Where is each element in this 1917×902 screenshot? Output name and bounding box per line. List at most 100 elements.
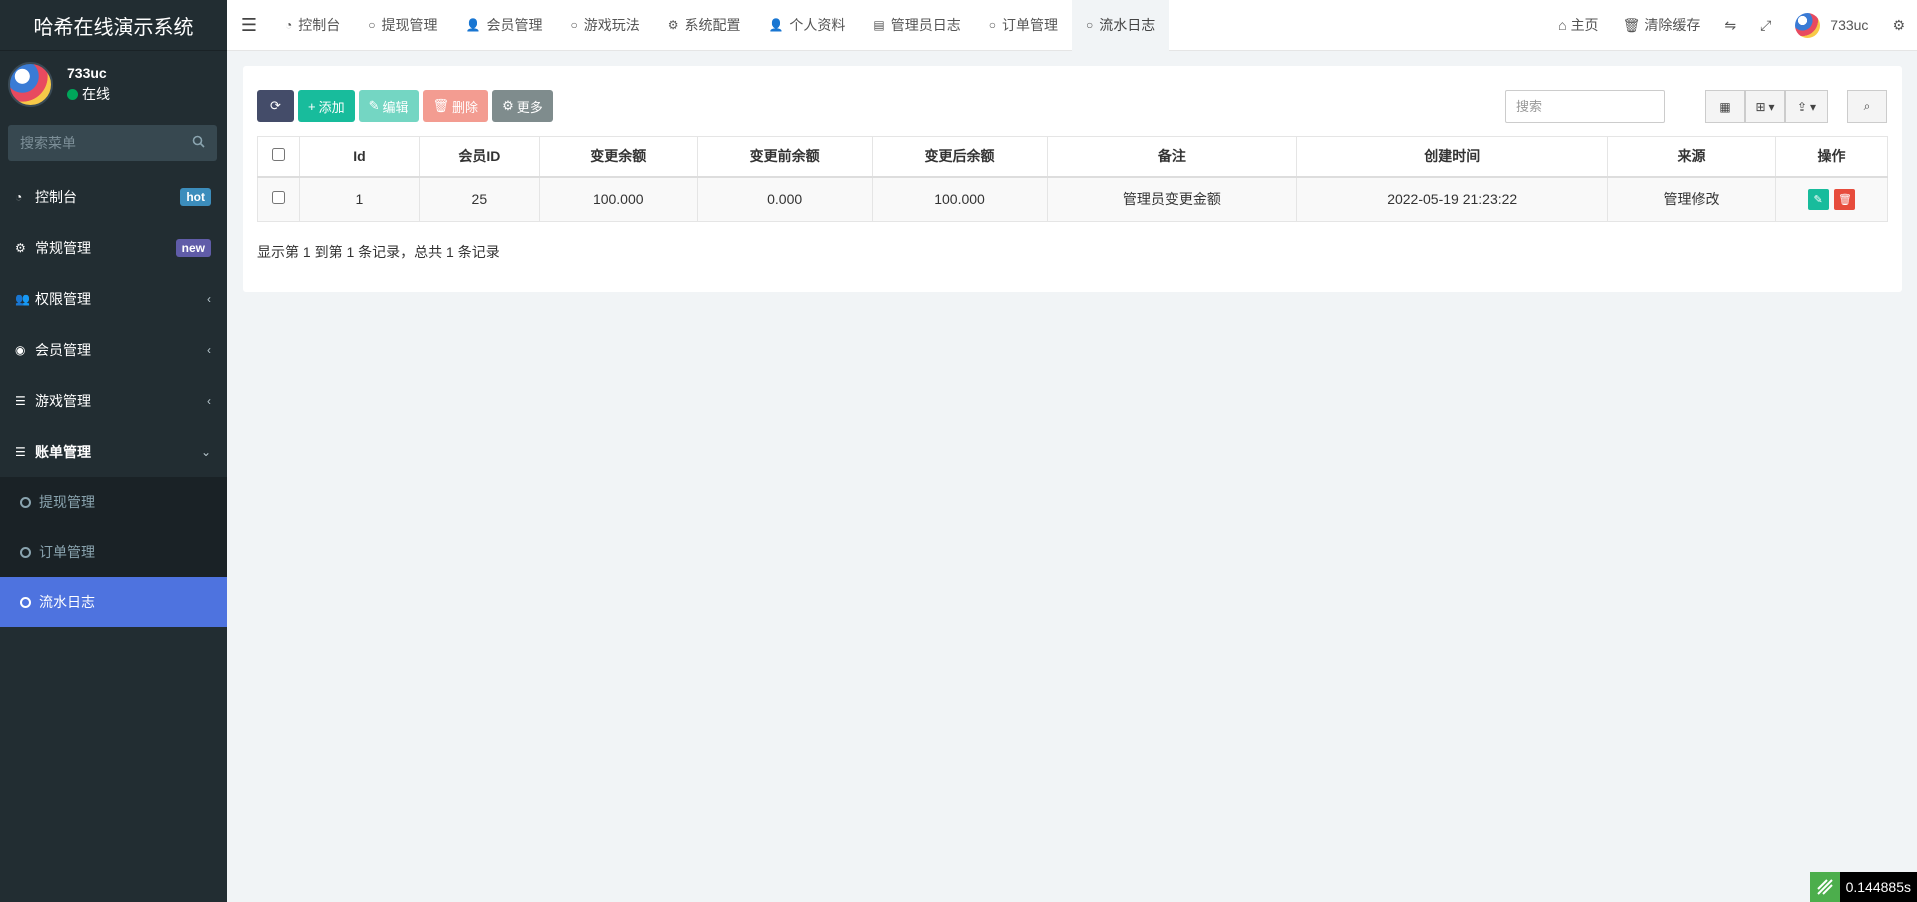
- home-link[interactable]: ⌂ 主页: [1546, 0, 1610, 51]
- menu-search-input[interactable]: [20, 135, 180, 151]
- toggle-view-button[interactable]: ▦: [1705, 90, 1745, 123]
- sidebar-subitem-orders[interactable]: 订单管理: [0, 527, 227, 577]
- app-root: 哈希在线演示系统 733uc 在线 ◔ 控制台 hot ⚙ 常规管理: [0, 0, 1917, 902]
- tab-game-rules[interactable]: ○ 游戏玩法: [556, 0, 653, 51]
- pencil-icon: ✎: [1813, 193, 1823, 206]
- fullscreen-icon[interactable]: ⤢: [1748, 0, 1783, 51]
- column-header[interactable]: 会员ID: [418, 136, 540, 178]
- dashboard-icon: ◔: [285, 18, 293, 32]
- add-button-label: 添加: [318, 99, 345, 115]
- brand-title[interactable]: 哈希在线演示系统: [0, 0, 227, 51]
- column-header[interactable]: 创建时间: [1296, 136, 1609, 178]
- tab-withdraw[interactable]: ○ 提现管理: [354, 0, 451, 51]
- sidebar-item-auth[interactable]: 👥 权限管理 ‹: [0, 273, 227, 324]
- pagination-info: 显示第 1 到第 1 条记录，总共 1 条记录: [257, 244, 500, 260]
- dashboard-icon: ◔: [15, 189, 23, 204]
- table-row[interactable]: 1 25 100.000 0.000 100.000 管理员变更金额 2022-…: [257, 176, 1889, 222]
- row-delete-button[interactable]: 🗑: [1834, 188, 1856, 210]
- circle-icon: ○: [368, 18, 376, 32]
- sidebar-item-label: 账单管理: [35, 443, 91, 460]
- column-header[interactable]: 来源: [1607, 136, 1776, 178]
- cell-after: 100.000: [871, 176, 1048, 222]
- chevron-left-icon: ‹: [207, 291, 211, 306]
- row-edit-button[interactable]: ✎: [1807, 188, 1829, 210]
- sidebar-item-dashboard[interactable]: ◔ 控制台 hot: [0, 171, 227, 222]
- tab-orders[interactable]: ○ 订单管理: [975, 0, 1072, 51]
- top-username: 733uc: [1830, 17, 1869, 33]
- avatar: [8, 62, 53, 107]
- user-status-label: 在线: [82, 86, 110, 102]
- data-table: Id 会员ID 变更余额 变更前余额 变更后余额 备注 创建时间 来源 操作 1…: [257, 136, 1889, 222]
- settings-icon[interactable]: ⚙: [1880, 0, 1917, 51]
- sidebar-subitem-flow-log[interactable]: 流水日志: [0, 577, 227, 627]
- online-dot-icon: [67, 88, 78, 100]
- render-timer: 0.144885s: [1809, 872, 1917, 902]
- menu-toggle-icon[interactable]: ☰: [227, 0, 271, 51]
- tab-system-config[interactable]: ⚙ 系统配置: [654, 0, 755, 51]
- list-icon: ☰: [15, 393, 26, 408]
- sidebar-item-label: 游戏管理: [35, 392, 91, 409]
- sidebar-item-general[interactable]: ⚙ 常规管理 new: [0, 222, 227, 273]
- sidebar-item-games[interactable]: ☰ 游戏管理 ‹: [0, 375, 227, 426]
- add-button[interactable]: + 添加: [298, 90, 355, 122]
- submenu-bills: 提现管理 订单管理 流水日志: [0, 477, 227, 627]
- tab-label: 提现管理: [381, 17, 438, 33]
- list-icon: ☰: [15, 444, 26, 459]
- sidebar-item-label: 权限管理: [35, 290, 91, 307]
- circle-icon: ○: [988, 18, 997, 32]
- circle-icon: [20, 546, 31, 558]
- tab-admin-log[interactable]: ▤ 管理员日志: [859, 0, 974, 51]
- sidebar: 哈希在线演示系统 733uc 在线 ◔ 控制台 hot ⚙ 常规管理: [0, 0, 227, 902]
- more-button[interactable]: ⚙ 更多: [492, 90, 553, 122]
- trash-icon: 🗑: [432, 98, 450, 113]
- common-search-button[interactable]: ⌕: [1847, 90, 1887, 123]
- sidebar-subitem-withdraw[interactable]: 提现管理: [0, 477, 227, 527]
- user-menu[interactable]: 733uc: [1783, 0, 1880, 51]
- caret-down-icon: ▾: [1810, 99, 1817, 114]
- column-header[interactable]: 变更余额: [538, 136, 698, 178]
- hot-badge: hot: [180, 187, 211, 206]
- column-header[interactable]: 变更前余额: [696, 136, 873, 178]
- clear-cache-button[interactable]: 🗑 清除缓存: [1611, 0, 1713, 51]
- sidebar-item-label: 会员管理: [35, 341, 91, 358]
- row-checkbox[interactable]: [271, 191, 285, 205]
- delete-button[interactable]: 🗑 删除: [422, 90, 489, 122]
- more-button-label: 更多: [516, 99, 543, 115]
- timer-value: 0.144885s: [1845, 879, 1911, 895]
- tab-flow-log[interactable]: ○ 流水日志: [1072, 0, 1170, 51]
- table-icon: ▦: [1719, 99, 1731, 114]
- search-icon: ⌕: [1863, 99, 1871, 113]
- refresh-icon: ⟳: [270, 98, 281, 113]
- table-header-row: Id 会员ID 变更余额 变更前余额 变更后余额 备注 创建时间 来源 操作: [257, 136, 1889, 178]
- tab-label: 管理员日志: [890, 17, 961, 33]
- tab-label: 控制台: [298, 17, 341, 33]
- tab-members[interactable]: 👤 会员管理: [452, 0, 557, 51]
- cell-change: 100.000: [538, 176, 698, 222]
- user-circle-icon: ◉: [15, 342, 26, 357]
- search-icon[interactable]: [192, 135, 205, 151]
- refresh-button[interactable]: ⟳: [257, 90, 294, 122]
- export-button[interactable]: ⇪ ▾: [1785, 90, 1828, 123]
- plus-icon: +: [308, 98, 316, 114]
- sidebar-item-members[interactable]: ◉ 会员管理 ‹: [0, 324, 227, 375]
- cogs-icon: ⚙: [15, 240, 26, 255]
- column-header[interactable]: 备注: [1046, 136, 1298, 178]
- cell-operations: ✎ 🗑: [1774, 176, 1889, 222]
- table-view-tools: ▦ ⊞ ▾ ⇪ ▾: [1705, 90, 1828, 123]
- language-icon[interactable]: ⇋: [1712, 0, 1748, 51]
- tab-dashboard[interactable]: ◔ 控制台: [271, 0, 354, 51]
- table-search-input[interactable]: [1505, 90, 1665, 123]
- columns-button[interactable]: ⊞ ▾: [1745, 90, 1785, 123]
- tab-label: 系统配置: [684, 17, 741, 33]
- sidebar-item-bills[interactable]: ☰ 账单管理 ⌄: [0, 426, 227, 477]
- user-icon: 👤: [465, 18, 481, 32]
- column-header[interactable]: 变更后余额: [871, 136, 1048, 178]
- column-header[interactable]: Id: [298, 136, 420, 178]
- tab-profile[interactable]: 👤 个人资料: [754, 0, 859, 51]
- circle-icon: ○: [570, 18, 578, 32]
- tab-bar: ◔ 控制台 ○ 提现管理 👤 会员管理 ○ 游戏玩法 ⚙ 系统配置 👤 个人资料 ▤ 管理员日…: [271, 0, 1170, 51]
- edit-button[interactable]: ✎ 编辑: [358, 90, 419, 122]
- gear-icon: ⚙: [502, 98, 514, 113]
- delete-button-label: 删除: [452, 99, 479, 115]
- select-all-checkbox[interactable]: [271, 148, 285, 162]
